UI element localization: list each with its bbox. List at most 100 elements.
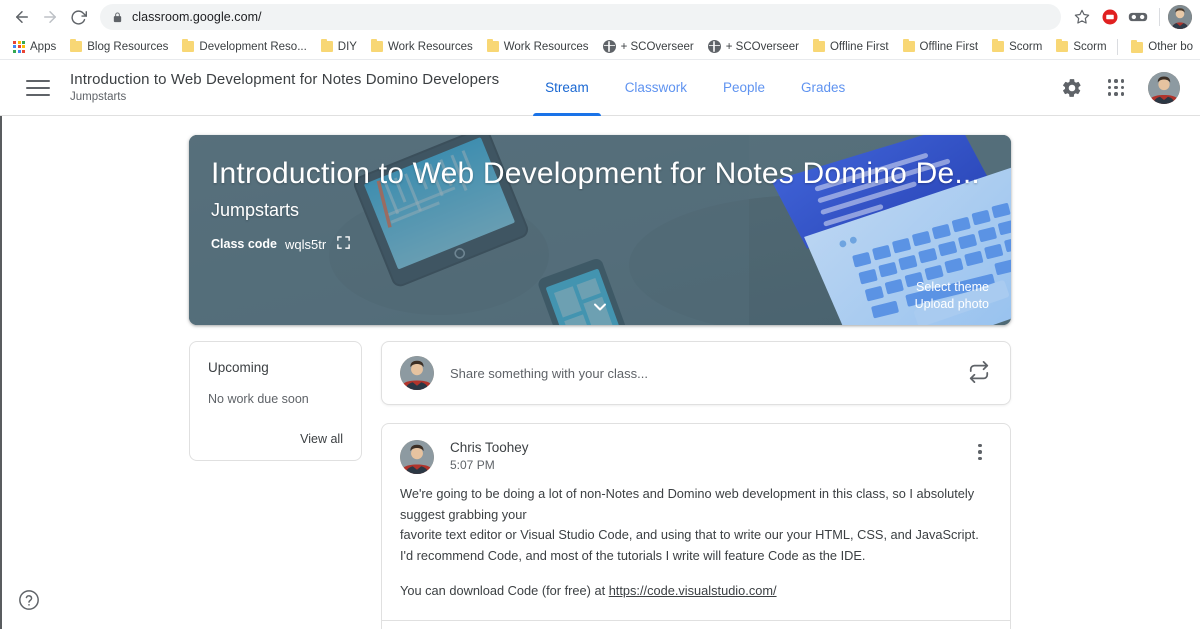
bookmark-item[interactable]: Scorm [1049, 39, 1113, 55]
upcoming-title: Upcoming [208, 360, 269, 375]
bookmarks-bar: Apps Blog Resources Development Reso... … [0, 34, 1200, 60]
apps-grid-icon [13, 40, 25, 53]
browser-actions [1069, 4, 1192, 30]
tab-label: Stream [545, 80, 589, 95]
bookmark-item[interactable]: Offline First [806, 39, 896, 55]
bookmark-item[interactable]: Offline First [896, 39, 986, 55]
folder-icon [812, 39, 825, 52]
bookmark-item[interactable]: + SCOverseer [701, 38, 806, 55]
folder-icon [1056, 39, 1069, 52]
bookmark-label: Scorm [1073, 40, 1107, 53]
address-bar[interactable]: classroom.google.com/ [100, 4, 1061, 30]
class-section-label: Jumpstarts [70, 90, 127, 103]
post-download-prefix: You can download Code (for free) at [400, 582, 609, 598]
stream-columns: Upcoming No work due soon View all Share… [189, 341, 1011, 629]
bookmarks-divider [1117, 39, 1119, 55]
classroom-header: Introduction to Web Development for Note… [0, 60, 1200, 116]
browser-toolbar: classroom.google.com/ [0, 0, 1200, 34]
browser-profile-avatar[interactable] [1168, 5, 1192, 29]
bookmark-item[interactable]: Development Reso... [175, 39, 313, 55]
account-avatar[interactable] [1148, 71, 1180, 104]
lock-icon [112, 11, 123, 24]
stream-content: Introduction to Web Development for Note… [189, 116, 1011, 629]
tab-stream[interactable]: Stream [527, 60, 607, 116]
tab-label: Grades [801, 80, 846, 95]
bookmark-label: DIY [337, 40, 357, 53]
post-line: favorite text editor or Visual Studio Co… [400, 527, 979, 543]
hamburger-menu-icon[interactable] [26, 76, 50, 100]
bookmark-item[interactable]: Work Resources [480, 39, 596, 55]
class-code-row[interactable]: Class code wqls5tr [211, 235, 1011, 253]
tab-classwork[interactable]: Classwork [607, 60, 705, 116]
folder-icon [992, 39, 1005, 52]
share-with-class-box[interactable]: Share something with your class... [381, 341, 1011, 405]
bookmark-item[interactable]: + SCOverseer [596, 38, 701, 55]
header-actions [1060, 71, 1184, 104]
post-line: I'd recommend Code, and most of the tuto… [400, 548, 866, 564]
folder-icon [320, 39, 333, 52]
bookmark-label: Apps [30, 40, 57, 53]
banner-collapse-button[interactable] [189, 297, 1011, 317]
other-bookmarks-button[interactable]: Other bo [1124, 39, 1200, 55]
tab-people[interactable]: People [705, 60, 783, 116]
class-code-value: wqls5tr [285, 236, 327, 252]
stream-post: Chris Toohey 5:07 PM We're going to be d… [381, 423, 1011, 629]
reuse-post-icon[interactable] [968, 361, 992, 385]
page-title: Introduction to Web Development for Note… [70, 70, 500, 88]
upcoming-card: Upcoming No work due soon View all [189, 341, 362, 461]
post-header: Chris Toohey 5:07 PM [382, 424, 1010, 474]
bookmark-label: Offline First [919, 40, 979, 53]
reload-button[interactable] [64, 3, 92, 31]
url-text: classroom.google.com/ [132, 10, 262, 24]
left-column: Upcoming No work due soon View all [189, 341, 362, 461]
share-input-placeholder[interactable]: Share something with your class... [450, 366, 648, 381]
select-theme-button[interactable]: Select theme [915, 279, 989, 296]
class-title-block: Introduction to Web Development for Note… [70, 71, 499, 105]
bookmark-label: Offline First [829, 40, 889, 53]
folder-icon [902, 39, 915, 52]
upcoming-empty-text: No work due soon [208, 392, 309, 406]
class-code-label: Class code [211, 237, 278, 251]
bookmark-item[interactable]: Blog Resources [63, 39, 175, 55]
gear-icon[interactable] [1060, 76, 1084, 100]
mask-extension-icon[interactable] [1125, 4, 1151, 30]
forward-button[interactable] [36, 3, 64, 31]
globe-icon [707, 40, 721, 53]
right-column: Share something with your class... Chris… [381, 341, 1011, 629]
bookmark-label: Work Resources [503, 40, 589, 53]
folder-icon [70, 39, 83, 52]
browser-window: classroom.google.com/ Apps Blog Resource… [0, 0, 1200, 630]
bookmark-item[interactable]: Scorm [985, 39, 1049, 55]
more-vertical-icon[interactable] [968, 440, 992, 464]
post-download-line: You can download Code (for free) at http… [400, 581, 992, 602]
help-circle-icon[interactable] [18, 589, 40, 611]
bookmark-label: Development Reso... [199, 40, 307, 53]
globe-icon [602, 40, 616, 53]
bookmark-label: Other bo [1148, 41, 1193, 53]
bookmark-label: + SCOverseer [620, 40, 694, 53]
post-meta: Chris Toohey 5:07 PM [450, 440, 529, 472]
post-timestamp: 5:07 PM [450, 458, 495, 472]
post-line: We're going to be doing a lot of non-Not… [400, 486, 975, 522]
avatar [400, 356, 434, 390]
post-download-link[interactable]: https://code.visualstudio.com/ [609, 583, 777, 598]
bookmark-item[interactable]: DIY [314, 39, 364, 55]
bookmark-label: Scorm [1009, 40, 1043, 53]
view-all-button[interactable]: View all [208, 432, 343, 446]
bookmark-apps[interactable]: Apps [6, 39, 63, 55]
opera-vpn-icon[interactable] [1097, 4, 1123, 30]
banner-text-block: Introduction to Web Development for Note… [211, 157, 1011, 253]
other-bookmarks-group: Other bo [1117, 34, 1200, 60]
class-tabs: Stream Classwork People Grades [527, 60, 863, 116]
bookmark-label: Work Resources [387, 40, 473, 53]
class-banner[interactable]: Introduction to Web Development for Note… [189, 135, 1011, 325]
banner-section: Jumpstarts [211, 200, 300, 220]
bookmark-label: + SCOverseer [725, 40, 799, 53]
back-button[interactable] [8, 3, 36, 31]
post-spacer [400, 567, 992, 581]
bookmark-item[interactable]: Work Resources [364, 39, 480, 55]
expand-fullscreen-icon[interactable] [336, 235, 354, 253]
google-apps-grid-icon[interactable] [1104, 76, 1128, 100]
tab-grades[interactable]: Grades [783, 60, 863, 116]
bookmark-star-icon[interactable] [1069, 4, 1095, 30]
